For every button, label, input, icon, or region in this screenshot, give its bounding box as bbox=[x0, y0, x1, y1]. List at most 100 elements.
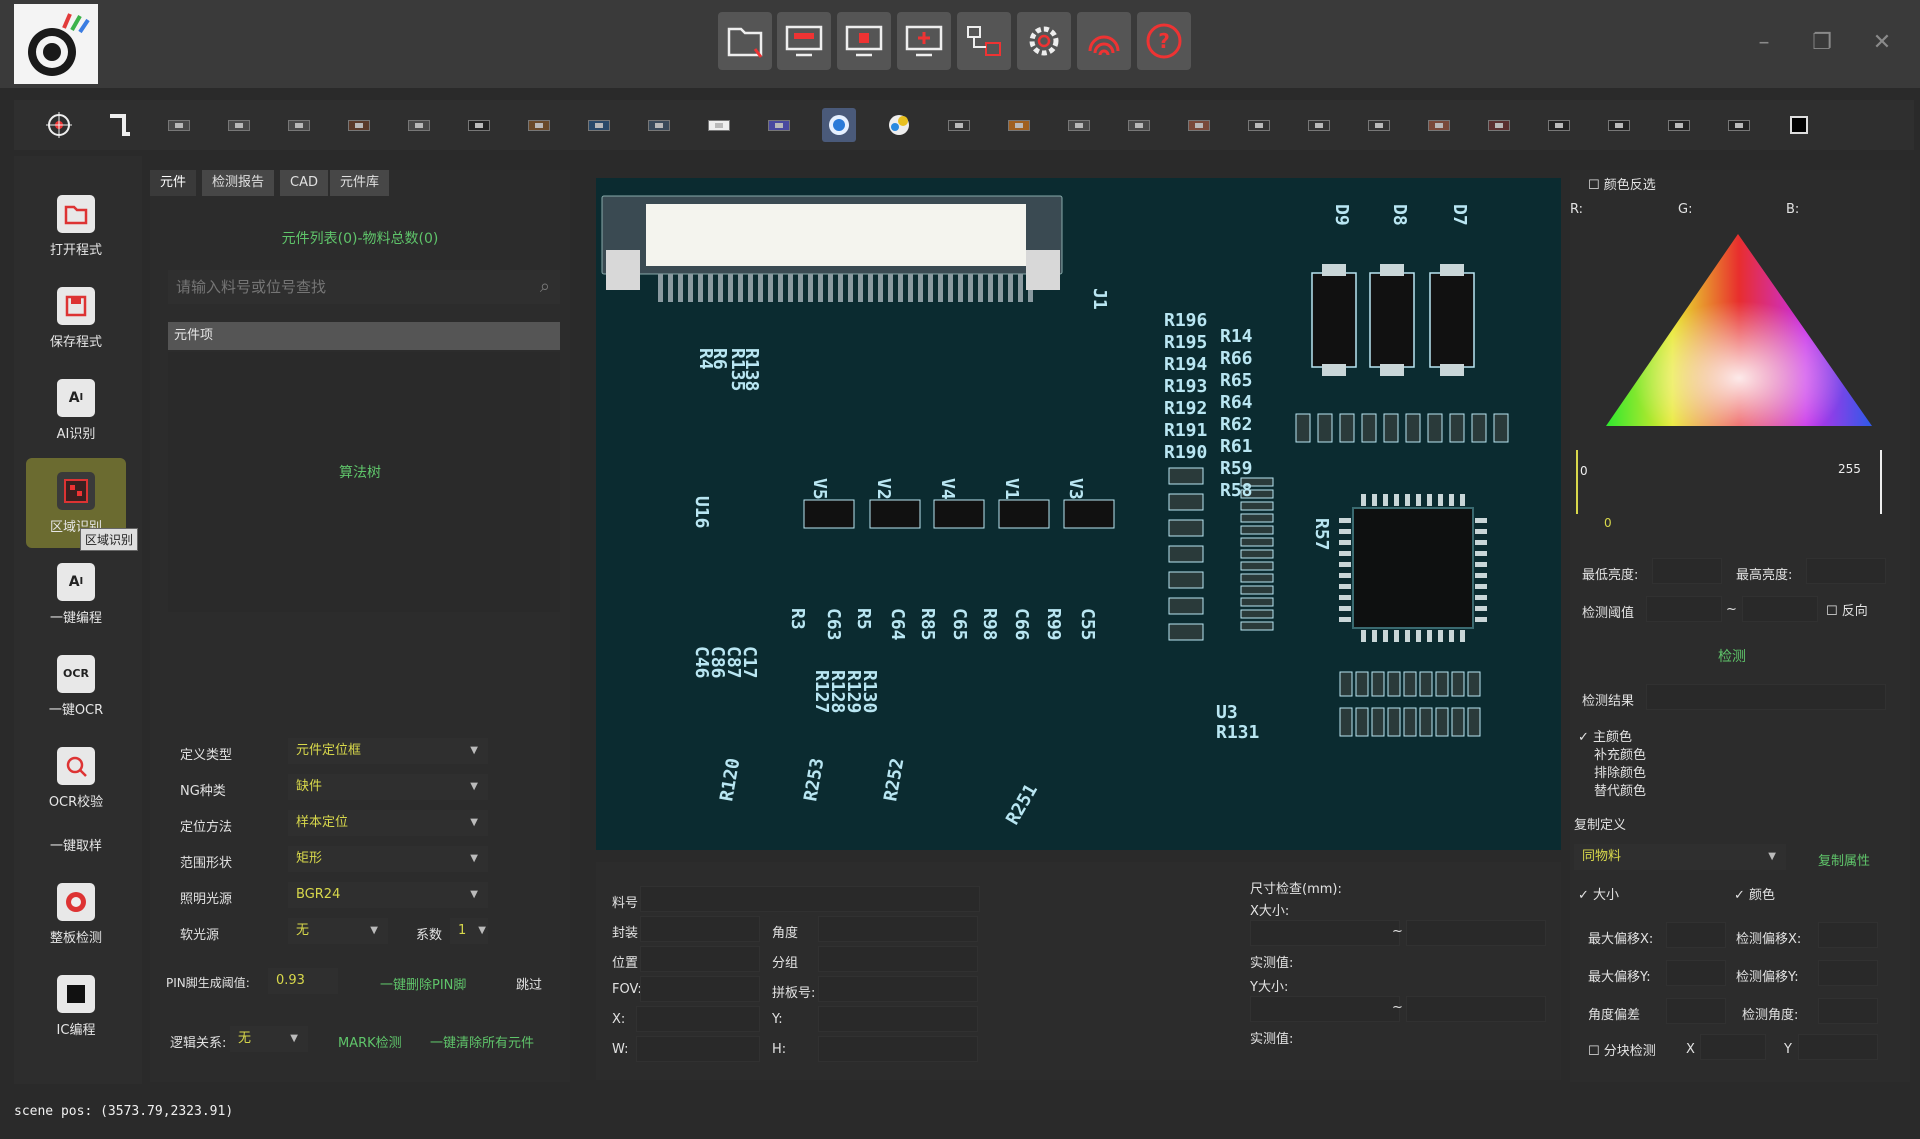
fingerprint-icon[interactable] bbox=[1077, 12, 1131, 70]
det-offset-x-input[interactable] bbox=[1818, 922, 1878, 948]
block-y-input[interactable] bbox=[1798, 1034, 1878, 1060]
max-brightness-input[interactable] bbox=[1806, 558, 1886, 584]
ic-component-icon[interactable] bbox=[1602, 108, 1636, 142]
block-detect-checkbox[interactable]: ☐ 分块检测 bbox=[1588, 1040, 1656, 1059]
help-icon[interactable]: ? bbox=[1137, 12, 1191, 70]
ic-component-icon[interactable] bbox=[1662, 108, 1696, 142]
shape-select[interactable]: 矩形 ▼ bbox=[288, 846, 488, 872]
component-icon[interactable] bbox=[1002, 108, 1036, 142]
group-input[interactable] bbox=[818, 946, 978, 972]
x-size-min-input[interactable] bbox=[1250, 920, 1400, 946]
detect-button[interactable]: 检测 bbox=[1718, 646, 1746, 666]
black-square-icon[interactable] bbox=[1782, 108, 1816, 142]
color-triangle[interactable] bbox=[1600, 230, 1880, 430]
monitor-icon[interactable] bbox=[777, 12, 831, 70]
main-color-checkbox[interactable]: ✓ 主颜色 bbox=[1578, 726, 1632, 745]
settings-gear-icon[interactable] bbox=[1017, 12, 1071, 70]
component-icon[interactable] bbox=[282, 108, 316, 142]
y-size-max-input[interactable] bbox=[1406, 996, 1546, 1022]
fov-input[interactable] bbox=[640, 976, 760, 1002]
maximize-icon[interactable]: ❐ bbox=[1802, 26, 1842, 58]
sidebar-item-one-key-program[interactable]: AI 一键编程 bbox=[26, 552, 126, 636]
position-input[interactable] bbox=[640, 946, 760, 972]
x-size-max-input[interactable] bbox=[1406, 920, 1546, 946]
y-size-min-input[interactable] bbox=[1250, 996, 1400, 1022]
component-icon[interactable] bbox=[642, 108, 676, 142]
pcb-image-canvas[interactable]: D9 D8 D7 J1 R138 R135 R6 R4 U16 V5 V2 V4 V1 V3 R3 C63 R5… bbox=[596, 178, 1561, 850]
supp-color-checkbox[interactable]: 补充颜色 bbox=[1594, 744, 1646, 763]
component-icon[interactable] bbox=[1422, 108, 1456, 142]
crosshair-icon[interactable] bbox=[42, 108, 76, 142]
tab-report[interactable]: 检测报告 bbox=[202, 170, 275, 196]
ic-component-icon[interactable] bbox=[1542, 108, 1576, 142]
same-material-select[interactable]: 同物料 ▼ bbox=[1574, 844, 1786, 870]
size-checkbox[interactable]: ✓ 大小 bbox=[1578, 884, 1619, 903]
search-icon[interactable]: ⌕ bbox=[540, 276, 550, 297]
sidebar-item-board-check[interactable]: 整板检测 bbox=[26, 872, 126, 956]
ic-component-icon[interactable] bbox=[1302, 108, 1336, 142]
network-icon[interactable] bbox=[957, 12, 1011, 70]
alt-color-checkbox[interactable]: 替代颜色 bbox=[1594, 780, 1646, 799]
monitor-stop-icon[interactable] bbox=[837, 12, 891, 70]
angle-input[interactable] bbox=[818, 916, 978, 942]
light-source-select[interactable]: BGR24 ▼ bbox=[288, 882, 488, 908]
tab-cad[interactable]: CAD bbox=[280, 170, 328, 196]
sidebar-item-ai-recognize[interactable]: AI AI识别 bbox=[26, 368, 126, 452]
sidebar-item-open-program[interactable]: 打开程式 bbox=[26, 184, 126, 268]
det-offset-y-input[interactable] bbox=[1818, 960, 1878, 986]
ic-component-icon[interactable] bbox=[1362, 108, 1396, 142]
sidebar-item-ocr-check[interactable]: OCR校验 bbox=[26, 736, 126, 820]
component-icon[interactable] bbox=[222, 108, 256, 142]
reverse-checkbox[interactable]: ☐ 反向 bbox=[1826, 600, 1868, 619]
monitor-add-icon[interactable] bbox=[897, 12, 951, 70]
open-folder-icon[interactable] bbox=[718, 12, 772, 70]
minimize-icon[interactable]: – bbox=[1744, 26, 1784, 58]
max-offset-y-input[interactable] bbox=[1666, 960, 1726, 986]
board-no-input[interactable] bbox=[818, 976, 978, 1002]
component-icon[interactable] bbox=[762, 108, 796, 142]
circle-component-icon[interactable] bbox=[822, 108, 856, 142]
search-input[interactable] bbox=[168, 270, 518, 304]
sidebar-item-one-key-sample[interactable]: 一键取样 bbox=[26, 822, 126, 866]
component-icon[interactable] bbox=[1122, 108, 1156, 142]
min-brightness-input[interactable] bbox=[1652, 558, 1722, 584]
sidebar-item-ic-program[interactable]: IC编程 bbox=[26, 964, 126, 1048]
ng-type-select[interactable]: 缺件 ▼ bbox=[288, 774, 488, 800]
angle-dev-input[interactable] bbox=[1666, 998, 1726, 1024]
threshold-min-input[interactable] bbox=[1646, 596, 1722, 622]
material-input[interactable] bbox=[640, 886, 980, 912]
soft-light-select[interactable]: 无 ▼ bbox=[288, 918, 388, 944]
component-icon[interactable] bbox=[1062, 108, 1096, 142]
clear-all-button[interactable]: 一键清除所有元件 bbox=[430, 1032, 534, 1051]
ic-component-icon[interactable] bbox=[1242, 108, 1276, 142]
tab-library[interactable]: 元件库 bbox=[330, 170, 390, 196]
component-icon[interactable] bbox=[1482, 108, 1516, 142]
component-icon[interactable] bbox=[942, 108, 976, 142]
x-input[interactable] bbox=[636, 1006, 760, 1032]
component-icon[interactable] bbox=[702, 108, 736, 142]
color-component-icon[interactable] bbox=[882, 108, 916, 142]
max-offset-x-input[interactable] bbox=[1666, 922, 1726, 948]
max-slider[interactable] bbox=[1880, 450, 1882, 514]
tab-component[interactable]: 元件 bbox=[150, 170, 197, 196]
min-slider[interactable] bbox=[1576, 450, 1578, 514]
copy-attribute-button[interactable]: 复制属性 bbox=[1818, 850, 1870, 869]
component-icon[interactable] bbox=[582, 108, 616, 142]
package-input[interactable] bbox=[640, 916, 760, 942]
color-checkbox[interactable]: ✓ 颜色 bbox=[1734, 884, 1775, 903]
skip-label[interactable]: 跳过 bbox=[516, 974, 542, 993]
component-icon[interactable] bbox=[402, 108, 436, 142]
h-input[interactable] bbox=[818, 1036, 978, 1062]
component-icon[interactable] bbox=[1182, 108, 1216, 142]
sidebar-item-save-program[interactable]: 保存程式 bbox=[26, 276, 126, 360]
ic-component-icon[interactable] bbox=[1722, 108, 1756, 142]
coefficient-select[interactable]: 1 ▼ bbox=[450, 918, 488, 944]
threshold-max-input[interactable] bbox=[1742, 596, 1818, 622]
component-list[interactable] bbox=[168, 352, 560, 612]
w-input[interactable] bbox=[636, 1036, 760, 1062]
sidebar-item-one-key-ocr[interactable]: OCR 一键OCR bbox=[26, 644, 126, 728]
det-angle-input[interactable] bbox=[1818, 998, 1878, 1024]
component-icon[interactable] bbox=[522, 108, 556, 142]
color-invert-checkbox[interactable]: ☐ 颜色反选 bbox=[1588, 174, 1656, 193]
pin-threshold-input[interactable]: 0.93 bbox=[268, 968, 338, 994]
